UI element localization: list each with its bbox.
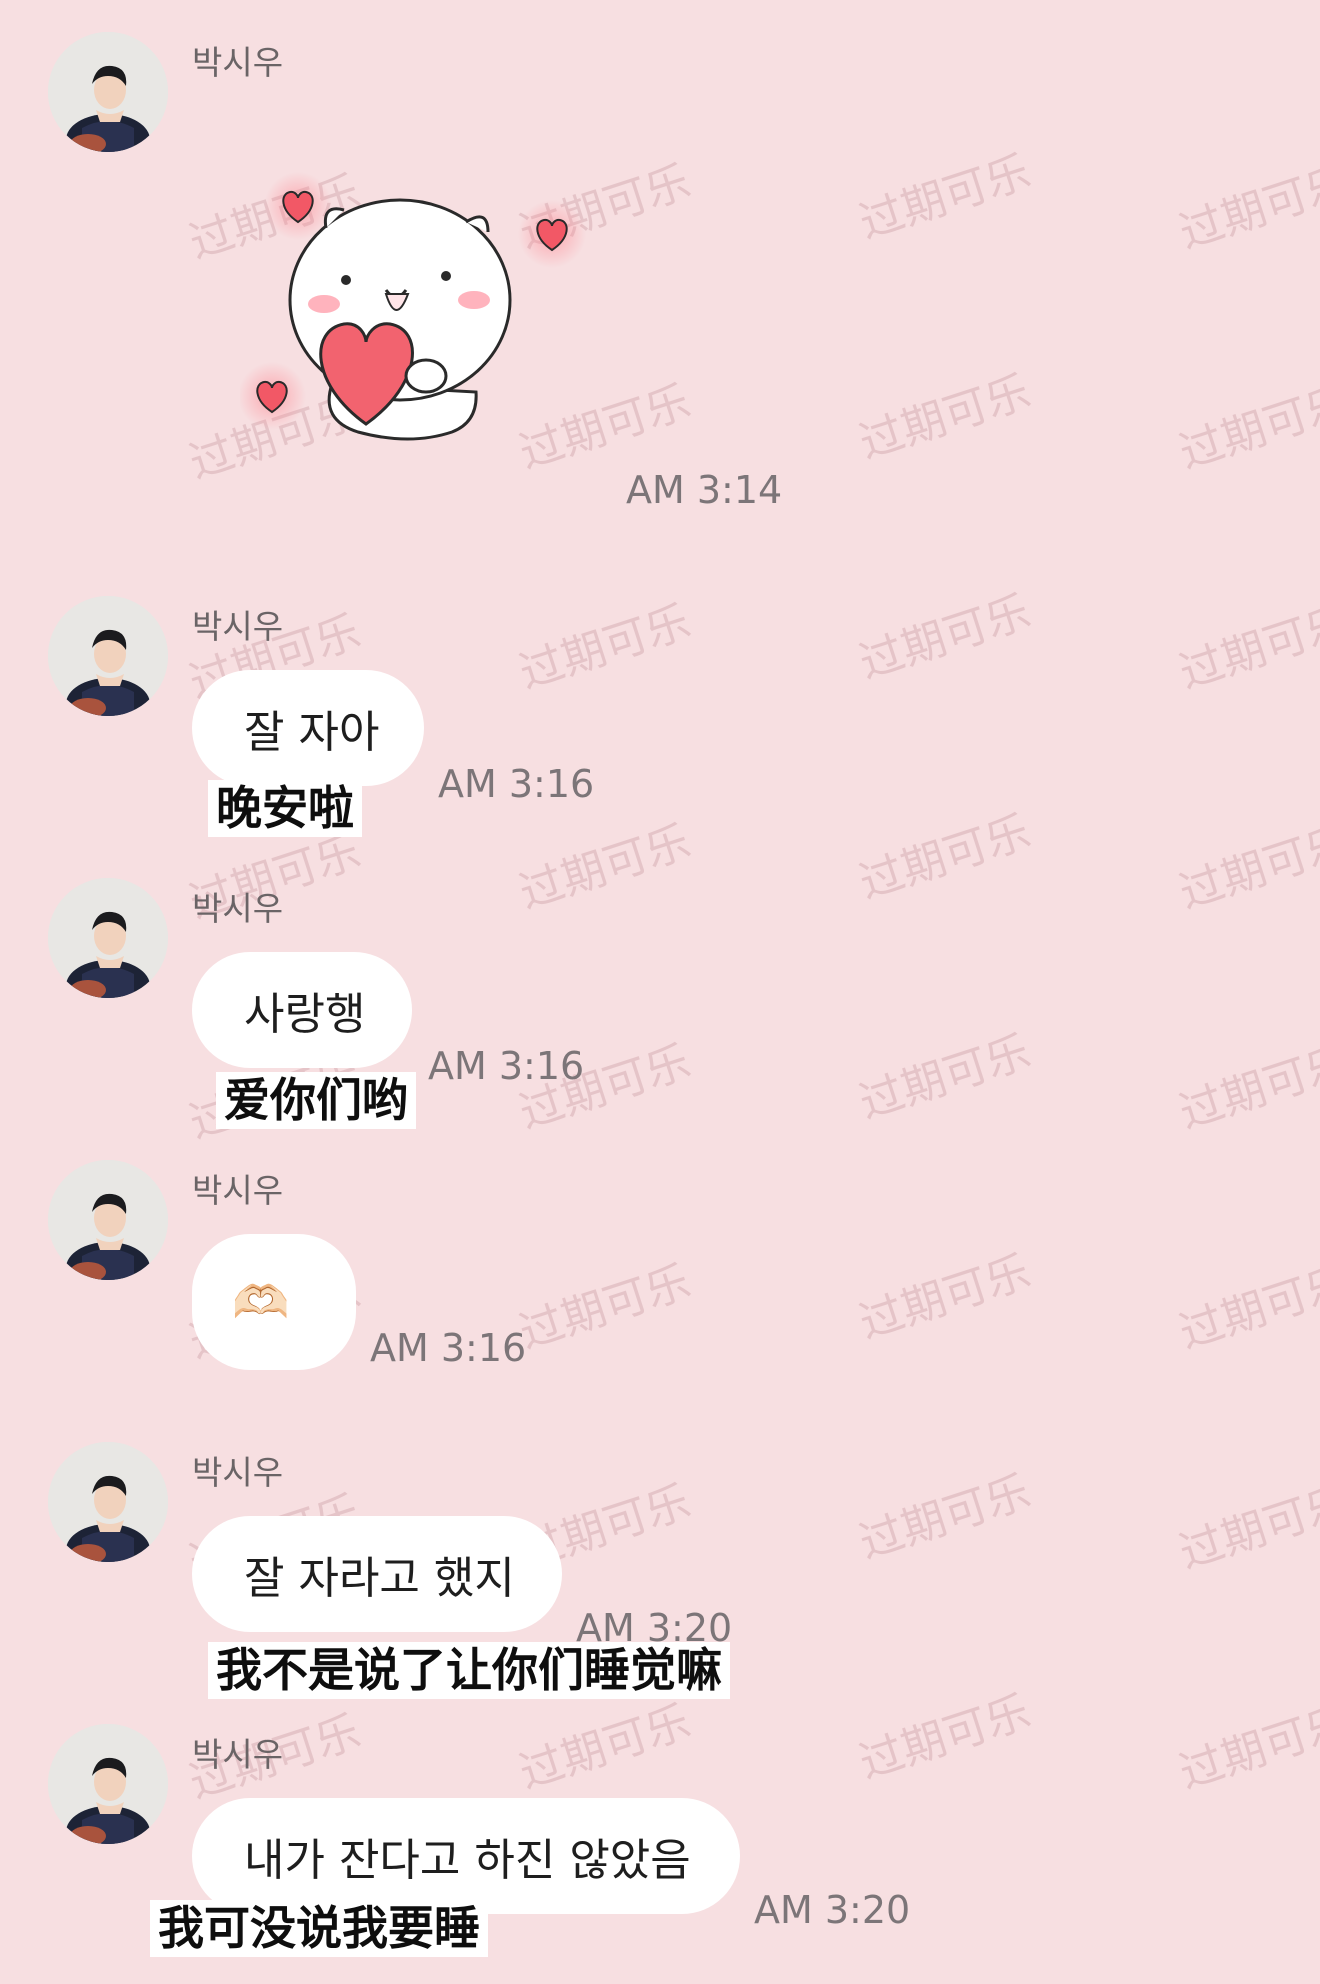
watermark: 过期可乐: [1173, 1036, 1320, 1139]
message-bubble[interactable]: 사랑행: [192, 952, 412, 1068]
message-text: 내가 잔다고 하진 않았음: [244, 1835, 691, 1886]
sender-name: 박시우: [192, 607, 284, 646]
watermark: 过期可乐: [853, 146, 1037, 249]
message-bubble[interactable]: 내가 잔다고 하진 않았음: [192, 1798, 740, 1914]
avatar[interactable]: [48, 1724, 168, 1844]
message-bubble[interactable]: 🫶🏻: [192, 1234, 356, 1370]
translation-caption: 晚安啦: [208, 780, 362, 837]
watermark: 过期可乐: [1173, 156, 1320, 259]
heart-hands-icon: 🫶🏻: [232, 1274, 290, 1329]
watermark: 过期可乐: [853, 366, 1037, 469]
watermark: 过期可乐: [853, 1026, 1037, 1129]
watermark: 过期可乐: [853, 586, 1037, 689]
message-text: 사랑행: [244, 989, 366, 1040]
watermark: 过期可乐: [513, 816, 697, 919]
message-bubble[interactable]: 잘 자라고 했지: [192, 1516, 562, 1632]
translation-caption: 我可没说我要睡: [150, 1900, 488, 1957]
avatar[interactable]: [48, 1160, 168, 1280]
watermark: 过期可乐: [1173, 1696, 1320, 1799]
sender-name: 박시우: [192, 43, 284, 82]
person-avatar-icon: [48, 596, 168, 716]
heart-icon: [240, 362, 306, 430]
avatar[interactable]: [48, 32, 168, 152]
avatar[interactable]: [48, 1442, 168, 1562]
watermark: 过期可乐: [1173, 1256, 1320, 1359]
chat-screen: 过期可乐 过期可乐 过期可乐 过期可乐 过期可乐 过期可乐 过期可乐 过期可乐 …: [0, 0, 1320, 1984]
message-time: AM 3:16: [438, 762, 595, 806]
heart-icon: [518, 200, 586, 268]
cat-heart-sticker[interactable]: [240, 170, 620, 470]
watermark: 过期可乐: [1173, 596, 1320, 699]
watermark: 过期可乐: [1173, 1476, 1320, 1579]
message-bubble[interactable]: 잘 자아: [192, 670, 424, 786]
watermark: 过期可乐: [513, 1696, 697, 1799]
message-text: 잘 자아: [244, 707, 380, 758]
watermark: 过期可乐: [853, 1246, 1037, 1349]
message-time: AM 3:14: [626, 468, 783, 512]
person-avatar-icon: [48, 32, 168, 152]
message-time: AM 3:16: [370, 1326, 527, 1370]
avatar[interactable]: [48, 596, 168, 716]
message-text: 잘 자라고 했지: [244, 1553, 515, 1604]
translation-caption: 我不是说了让你们睡觉嘛: [208, 1642, 730, 1699]
message-time: AM 3:16: [428, 1044, 585, 1088]
person-avatar-icon: [48, 1160, 168, 1280]
avatar[interactable]: [48, 878, 168, 998]
cat-icon: [288, 198, 512, 441]
sender-name: 박시우: [192, 889, 284, 928]
watermark: 过期可乐: [853, 806, 1037, 909]
watermark: 过期可乐: [513, 1256, 697, 1359]
sender-name: 박시우: [192, 1453, 284, 1492]
sender-name: 박시우: [192, 1171, 284, 1210]
watermark: 过期可乐: [853, 1686, 1037, 1789]
person-avatar-icon: [48, 1724, 168, 1844]
watermark: 过期可乐: [853, 1466, 1037, 1569]
person-avatar-icon: [48, 1442, 168, 1562]
translation-caption: 爱你们哟: [216, 1072, 416, 1129]
person-avatar-icon: [48, 878, 168, 998]
watermark: 过期可乐: [513, 596, 697, 699]
watermark: 过期可乐: [1173, 816, 1320, 919]
sender-name: 박시우: [192, 1735, 284, 1774]
message-time: AM 3:20: [754, 1888, 911, 1932]
watermark: 过期可乐: [1173, 376, 1320, 479]
